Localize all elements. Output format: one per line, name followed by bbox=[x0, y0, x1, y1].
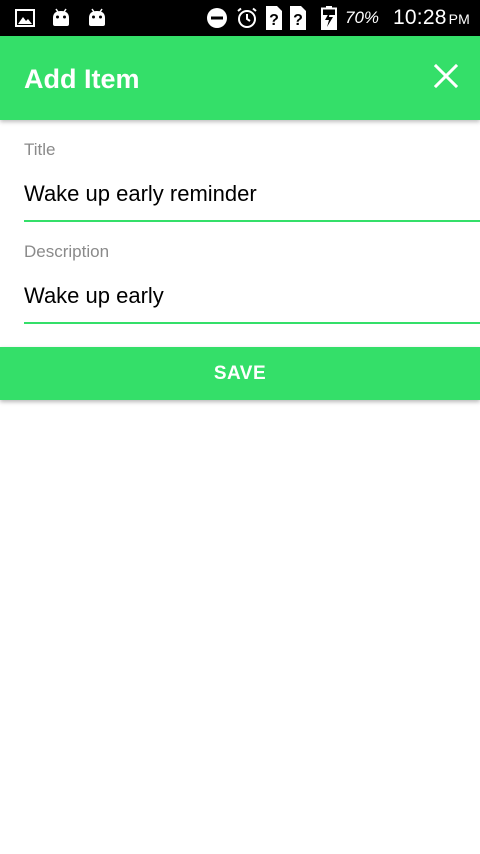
close-button[interactable] bbox=[430, 62, 462, 94]
clock-ampm: PM bbox=[448, 11, 470, 27]
svg-text:?: ? bbox=[269, 12, 279, 29]
status-bar-left bbox=[14, 6, 108, 30]
app-bar: Add Item bbox=[0, 36, 480, 120]
alarm-icon bbox=[235, 6, 259, 30]
description-underline bbox=[24, 322, 480, 324]
page-title: Add Item bbox=[24, 64, 140, 94]
clock-time: 10:28 bbox=[393, 6, 447, 29]
battery-charging-icon bbox=[321, 6, 337, 30]
battery-percentage: 70% bbox=[345, 8, 380, 27]
clock: 10:28 PM bbox=[393, 6, 470, 30]
status-bar: ? ? 70% 10:28 PM bbox=[0, 0, 480, 36]
svg-text:?: ? bbox=[293, 12, 303, 29]
do-not-disturb-icon bbox=[205, 6, 229, 30]
title-input[interactable] bbox=[24, 180, 480, 208]
image-icon bbox=[14, 8, 36, 28]
title-underline bbox=[24, 220, 480, 222]
unknown-sim-icon: ? bbox=[265, 5, 283, 31]
description-field: Description bbox=[24, 242, 480, 324]
close-icon bbox=[433, 63, 459, 93]
save-button[interactable]: SAVE bbox=[0, 347, 480, 400]
description-label: Description bbox=[24, 242, 110, 261]
description-input[interactable] bbox=[24, 282, 480, 310]
title-field: Title bbox=[24, 140, 480, 222]
android-icon bbox=[50, 7, 72, 29]
status-bar-right: ? ? 70% 10:28 PM bbox=[205, 4, 470, 32]
title-label: Title bbox=[24, 140, 56, 159]
unknown-sim-icon: ? bbox=[289, 5, 307, 31]
android-icon bbox=[86, 7, 108, 29]
